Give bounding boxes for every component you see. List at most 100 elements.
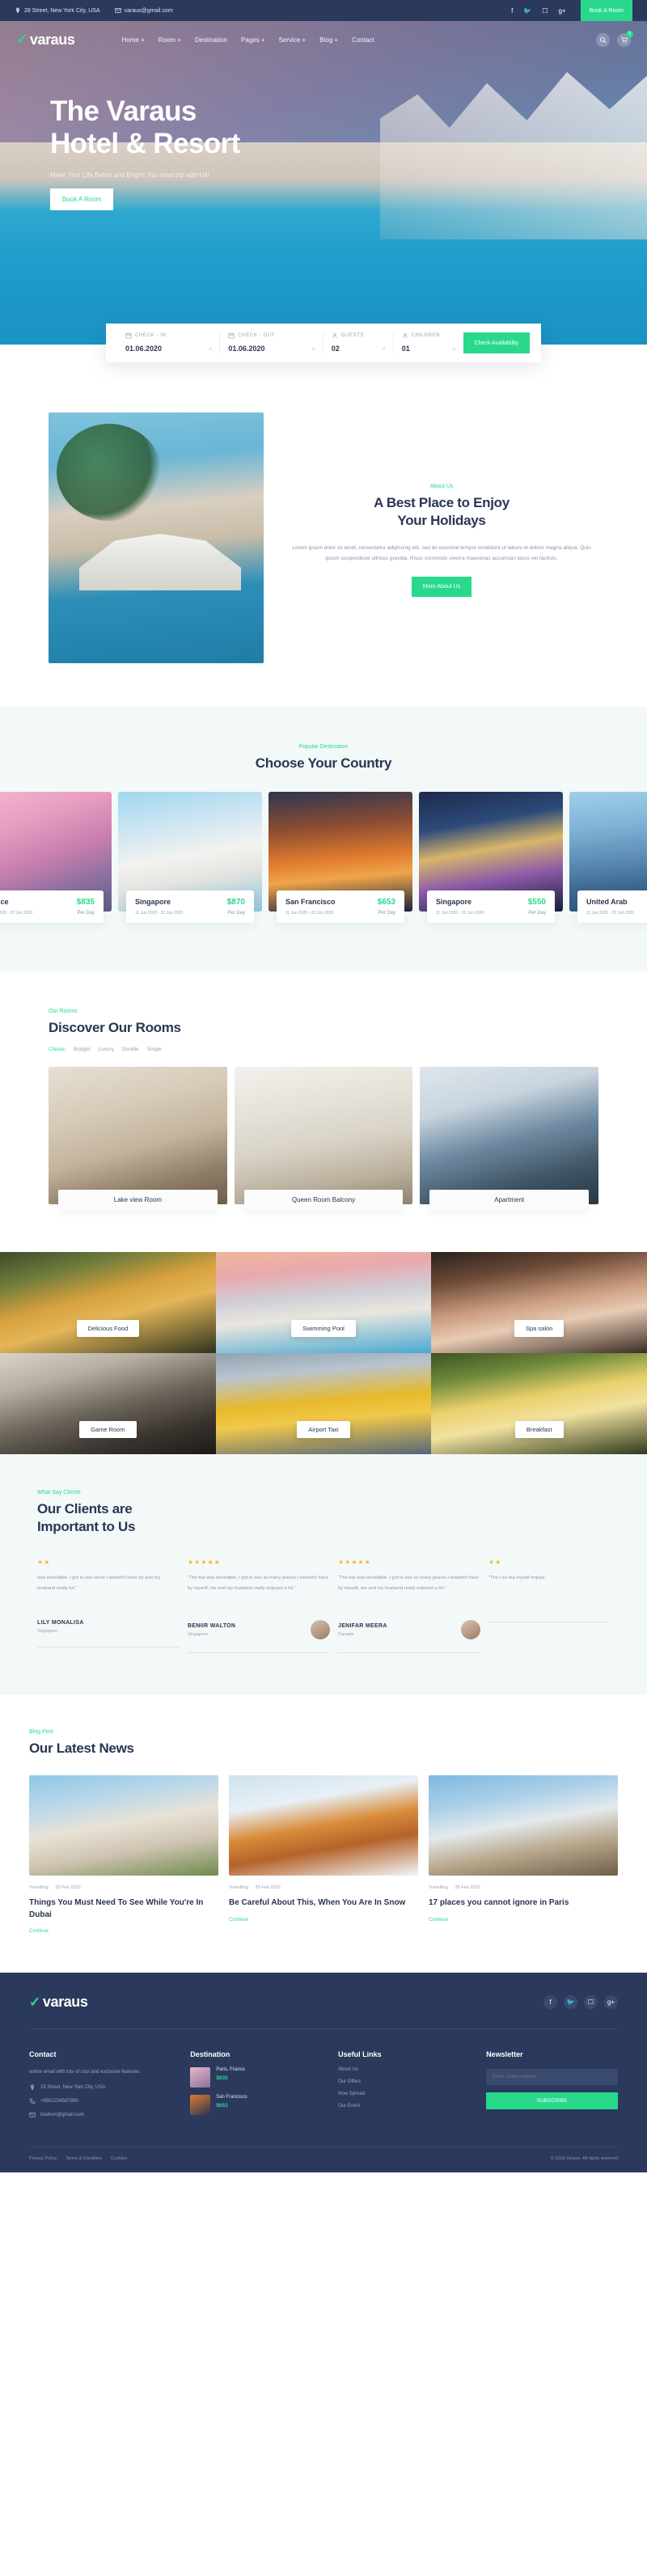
guests-field[interactable]: GUESTS 02 ˅ xyxy=(324,332,394,353)
service-tile[interactable]: Breakfast xyxy=(431,1353,647,1455)
nav-item-home[interactable]: Home + xyxy=(122,36,145,44)
destination-info: San Francisco 11 Jun 2020 - 22 Jun 2020 … xyxy=(277,890,404,924)
more-about-us-button[interactable]: More About Us xyxy=(411,577,472,598)
service-tile[interactable]: Delicious Food xyxy=(0,1252,216,1354)
instagram-icon[interactable]: ☐ xyxy=(542,7,548,15)
service-tile[interactable]: Swimming Pool xyxy=(215,1252,432,1354)
destination-card[interactable]: San Francisco 11 Jun 2020 - 22 Jun 2020 … xyxy=(269,792,412,924)
service-tile[interactable]: Game Room xyxy=(0,1353,216,1455)
chevron-down-icon[interactable]: ˅ xyxy=(312,347,315,353)
checkout-label-row: CHECK - OUT xyxy=(228,332,314,339)
service-label: Spa salon xyxy=(514,1320,565,1338)
blog-card[interactable]: Travelling 25 Feb 2020 17 places you can… xyxy=(429,1775,618,1934)
newsletter-subscribe-button[interactable]: SUBSCRIBE xyxy=(486,2092,618,2110)
cart-button[interactable]: 0 xyxy=(617,30,633,47)
hero-content: The Varaus Hotel & Resort Make Your Life… xyxy=(0,58,647,210)
destination-card[interactable]: Singapore 11 Jun 2020 - 22 Jun 2020 $870… xyxy=(118,792,262,924)
destinations-eyebrow: Popular Destination xyxy=(298,744,349,750)
check-availability-button[interactable]: Check Availability xyxy=(463,332,530,353)
blog-continue-link[interactable]: Continue xyxy=(29,1929,218,1934)
room-label: Apartment xyxy=(429,1190,590,1211)
room-card[interactable]: Apartment xyxy=(420,1067,599,1211)
logo-text: varaus xyxy=(29,31,75,48)
footer-link-our-offers[interactable]: Our Offers xyxy=(338,2079,470,2084)
destination-left: San Francisco 11 Jun 2020 - 22 Jun 2020 xyxy=(285,898,336,916)
blog-post-title[interactable]: 17 places you cannot ignore in Paris xyxy=(429,1897,618,1910)
google-plus-icon[interactable]: g+ xyxy=(604,1995,618,2010)
footer-terms-link[interactable]: Terms & Condition xyxy=(66,2156,102,2161)
facebook-icon[interactable]: f xyxy=(511,7,513,15)
destination-card[interactable]: Singapore 11 Jun 2020 - 22 Jun 2020 $550… xyxy=(419,792,563,924)
destination-card[interactable]: United Arab 11 Jun 2020 - 22 Jun 2020 $9… xyxy=(569,792,647,924)
footer-privacy-policy-link[interactable]: Privacy Policy xyxy=(29,2156,57,2161)
facebook-icon[interactable]: f xyxy=(543,1995,557,2010)
search-button[interactable] xyxy=(596,32,610,47)
checkin-value: 01.06.2020 xyxy=(125,345,163,353)
testimonial-person: JENIFAR MEERA Canada xyxy=(338,1623,387,1637)
blog-card[interactable]: Travelling 25 Feb 2020 Things You Must N… xyxy=(29,1775,218,1934)
blog-post-title[interactable]: Be Careful About This, When You Are In S… xyxy=(229,1897,418,1910)
blog-continue-link[interactable]: Continue xyxy=(229,1918,418,1922)
blog-post-title[interactable]: Things You Must Need To See While You're… xyxy=(29,1897,218,1921)
guests-label: GUESTS xyxy=(340,333,365,338)
rooms-section: Our Rooms Discover Our Rooms Classic Bud… xyxy=(0,971,647,1253)
checkin-field[interactable]: CHECK - IN 01.06.2020 ˅ xyxy=(117,332,221,353)
room-card[interactable]: Lake view Room xyxy=(49,1067,227,1211)
children-field[interactable]: CHILDREN 01 ˅ xyxy=(394,332,463,353)
tab-double[interactable]: Double xyxy=(122,1047,139,1052)
footer-cookies-link[interactable]: Cookies xyxy=(111,2156,127,2161)
tab-classic[interactable]: Classic xyxy=(49,1047,66,1052)
nav-item-destination[interactable]: Destination xyxy=(195,36,227,44)
chevron-down-icon[interactable]: ˅ xyxy=(453,347,456,353)
destination-card[interactable]: France 11 Jun 2020 - 22 Jun 2020 $835 Pe… xyxy=(0,792,112,924)
service-tile[interactable]: Airport Taxi xyxy=(215,1353,432,1455)
blog-date: 25 Feb 2020 xyxy=(455,1885,480,1891)
search-icon xyxy=(599,36,607,43)
footer-logo[interactable]: ✓ varaus xyxy=(29,1994,88,2011)
chevron-down-icon[interactable]: ˅ xyxy=(383,347,386,353)
footer-link-how-spread[interactable]: How Spread xyxy=(338,2092,470,2096)
book-a-room-top-button[interactable]: Book A Room xyxy=(580,0,632,21)
room-image xyxy=(49,1067,227,1205)
destinations-carousel[interactable]: France 11 Jun 2020 - 22 Jun 2020 $835 Pe… xyxy=(0,792,647,924)
footer-link-our-event[interactable]: Our Event xyxy=(338,2104,470,2109)
services-grid: Delicious Food Swimming Pool Spa salon G… xyxy=(0,1252,647,1455)
room-card[interactable]: Queen Room Balcony xyxy=(234,1067,413,1211)
guests-label-row: GUESTS xyxy=(332,332,385,339)
footer-email[interactable]: htailsvn@gmail.com xyxy=(29,2112,174,2118)
footer-destination-item[interactable]: San Francisco $653 xyxy=(190,2095,322,2116)
footer-link-about-us[interactable]: About Us xyxy=(338,2067,470,2072)
nav-item-blog[interactable]: Blog + xyxy=(319,36,338,44)
service-label: Breakfast xyxy=(514,1421,564,1439)
nav-item-pages[interactable]: Pages + xyxy=(241,36,265,44)
footer-phone-text: +8801234567890 xyxy=(40,2099,78,2104)
nav-item-service[interactable]: Service + xyxy=(279,36,307,44)
rooms-title: Discover Our Rooms xyxy=(49,1020,181,1036)
checkout-field[interactable]: CHECK - OUT 01.06.2020 ˅ xyxy=(220,332,324,353)
blog-continue-link[interactable]: Continue xyxy=(429,1918,618,1922)
tab-single[interactable]: Single xyxy=(147,1047,162,1052)
logo[interactable]: ✓ varaus xyxy=(16,32,75,49)
nav-item-contact[interactable]: Contact xyxy=(352,36,374,44)
tab-budget[interactable]: Budget xyxy=(74,1047,91,1052)
twitter-icon[interactable]: 🐦 xyxy=(564,1995,577,2010)
service-tile[interactable]: Spa salon xyxy=(431,1252,647,1354)
nav-item-room[interactable]: Room + xyxy=(159,36,181,44)
twitter-icon[interactable]: 🐦 xyxy=(523,7,531,15)
newsletter-email-input[interactable] xyxy=(486,2069,618,2086)
hero-book-a-room-button[interactable]: Book A Room xyxy=(50,188,114,210)
instagram-icon[interactable]: ☐ xyxy=(584,1995,598,2010)
testimonials-carousel[interactable]: ★★ was incredible. I got to see laces I … xyxy=(37,1559,610,1654)
tab-luxury[interactable]: Luxury xyxy=(99,1047,115,1052)
destinations-title: Choose Your Country xyxy=(255,755,392,771)
footer-phone[interactable]: +8801234567890 xyxy=(29,2098,174,2104)
blog-card[interactable]: Travelling 25 Feb 2020 Be Careful About … xyxy=(229,1775,418,1934)
chevron-down-icon[interactable]: ˅ xyxy=(209,347,212,353)
google-plus-icon[interactable]: g+ xyxy=(558,7,565,15)
destination-per-day: Per Day xyxy=(378,911,395,916)
main-navigation: ✓ varaus Home + Room + Destination Pages… xyxy=(0,21,647,58)
testimonial-footer: LILY MONALISA Singapore xyxy=(37,1620,180,1634)
destination-left: Singapore 11 Jun 2020 - 22 Jun 2020 xyxy=(436,898,484,916)
topbar-email[interactable]: varaus@gmail.com xyxy=(114,7,173,14)
footer-destination-item[interactable]: Paris, France $835 xyxy=(190,2067,322,2088)
